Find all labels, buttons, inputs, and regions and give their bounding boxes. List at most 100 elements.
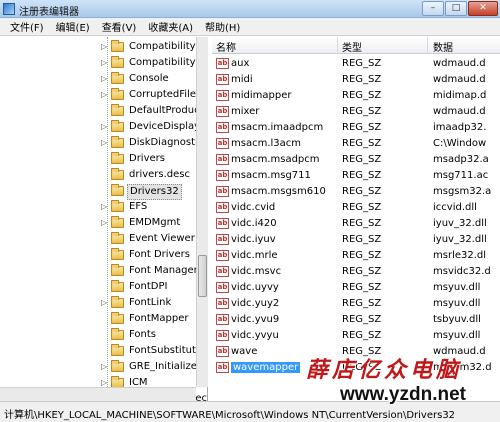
tree-item[interactable]: Event Viewer xyxy=(0,231,196,247)
folder-icon xyxy=(111,120,124,132)
tree-vertical-scrollbar[interactable] xyxy=(196,37,208,387)
tree-item[interactable]: ▷ Compatibility32 xyxy=(0,55,207,71)
tree-horizontal-scrollbar[interactable] xyxy=(0,387,196,401)
expand-arrow-icon[interactable] xyxy=(101,107,110,116)
list-row[interactable]: ab aux REG_SZ wdmaud.d xyxy=(212,56,500,72)
expand-arrow-icon[interactable]: ▷ xyxy=(101,203,110,212)
value-name: msacm.msgsm610 xyxy=(231,186,326,197)
tree-item[interactable]: ▷ GRE_Initialize xyxy=(0,359,197,375)
expand-arrow-icon[interactable] xyxy=(101,155,110,164)
folder-icon xyxy=(111,216,124,228)
tree-item[interactable]: ▷ EFS xyxy=(0,199,196,215)
value-data: msyuv.dll xyxy=(433,282,481,293)
expand-arrow-icon[interactable]: ▷ xyxy=(101,139,110,148)
tree-item[interactable]: ▷ EMDMgmt xyxy=(0,215,196,231)
expand-arrow-icon[interactable] xyxy=(101,267,110,276)
tree-item-label: Event Viewer xyxy=(129,233,195,244)
close-button[interactable]: ✕ xyxy=(468,1,498,16)
expand-arrow-icon[interactable]: ▷ xyxy=(101,123,110,132)
menu-help[interactable]: 帮助(H) xyxy=(199,19,246,34)
expand-arrow-icon[interactable] xyxy=(101,187,110,196)
list-row[interactable]: ab vidc.yvu9 REG_SZ tsbyuv.dll xyxy=(212,312,500,328)
column-separator[interactable] xyxy=(337,37,338,54)
maximize-button[interactable]: □ xyxy=(445,1,467,16)
list-row[interactable]: ab msacm.msg711 REG_SZ msg711.ac xyxy=(212,168,500,184)
tree-scroll-thumb[interactable] xyxy=(198,255,207,297)
tree-item[interactable]: ▷ DiskDiagnostic xyxy=(0,135,203,151)
column-header-data[interactable]: 数据 xyxy=(433,39,453,54)
expand-arrow-icon[interactable]: ▷ xyxy=(101,43,110,52)
list-row[interactable]: ab vidc.msvc REG_SZ msvidc32.d xyxy=(212,264,500,280)
expand-arrow-icon[interactable]: ▷ xyxy=(101,299,110,308)
expand-arrow-icon[interactable]: ▷ xyxy=(101,91,110,100)
expand-arrow-icon[interactable]: ▷ xyxy=(101,59,110,68)
value-data: midimap.d xyxy=(433,90,487,101)
list-row[interactable]: ab vidc.yuy2 REG_SZ msyuv.dll xyxy=(212,296,500,312)
string-value-icon: ab xyxy=(216,58,229,69)
column-header-type[interactable]: 类型 xyxy=(342,39,362,54)
tree-item[interactable]: Drivers xyxy=(0,151,196,167)
value-name: msacm.msg711 xyxy=(231,170,311,181)
tree-item-label: Fonts xyxy=(129,329,156,340)
string-value-icon: ab xyxy=(216,106,229,117)
list-row[interactable]: ab vidc.cvid REG_SZ iccvid.dll xyxy=(212,200,500,216)
expand-arrow-icon[interactable] xyxy=(101,171,110,180)
menu-file[interactable]: 文件(F) xyxy=(4,19,50,34)
list-row[interactable]: ab msacm.l3acm REG_SZ C:\Window xyxy=(212,136,500,152)
expand-arrow-icon[interactable]: ▷ xyxy=(101,363,110,372)
list-row[interactable]: ab midi REG_SZ wdmaud.d xyxy=(212,72,500,88)
list-row[interactable]: ab vidc.i420 REG_SZ iyuv_32.dll xyxy=(212,216,500,232)
tree-item[interactable]: ▷ Console xyxy=(0,71,196,87)
value-name: midi xyxy=(231,74,253,85)
expand-arrow-icon[interactable] xyxy=(101,347,110,356)
tree-item[interactable]: FontDPI xyxy=(0,279,196,295)
tree-item[interactable]: Font Drivers xyxy=(0,247,196,263)
tree-item[interactable]: FontMapper xyxy=(0,311,196,327)
expand-arrow-icon[interactable]: ▷ xyxy=(101,75,110,84)
tree-item[interactable]: Drivers32 xyxy=(0,183,196,200)
list-row[interactable]: ab mixer REG_SZ wdmaud.d xyxy=(212,104,500,120)
folder-icon xyxy=(111,152,124,164)
tree-item[interactable]: ▷ FontLink xyxy=(0,295,196,311)
list-row[interactable]: ab vidc.yvyu REG_SZ msyuv.dll xyxy=(212,328,500,344)
expand-arrow-icon[interactable] xyxy=(101,331,110,340)
list-row[interactable]: ab msacm.msgsm610 REG_SZ msgsm32.a xyxy=(212,184,500,200)
tree-item[interactable]: ▷ CorruptedFileR xyxy=(0,87,203,103)
list-row[interactable]: ab msacm.imaadpcm REG_SZ imaadp32. xyxy=(212,120,500,136)
tree-item-label: drivers.desc xyxy=(129,169,191,180)
string-value-icon: ab xyxy=(216,202,229,213)
tree-item[interactable]: FontSubstitutes xyxy=(0,343,207,359)
value-data: iyuv_32.dll xyxy=(433,234,487,245)
list-row[interactable]: ab msacm.msadpcm REG_SZ msadp32.a xyxy=(212,152,500,168)
expand-arrow-icon[interactable]: ▷ xyxy=(101,219,110,228)
list-row[interactable]: ab vidc.uyvy REG_SZ msyuv.dll xyxy=(212,280,500,296)
expand-arrow-icon[interactable] xyxy=(101,251,110,260)
menu-favorites[interactable]: 收藏夹(A) xyxy=(142,19,199,34)
value-name: msacm.imaadpcm xyxy=(231,122,324,133)
column-header-name[interactable]: 名称 xyxy=(216,39,236,54)
tree-item[interactable]: DefaultProduct xyxy=(0,103,204,119)
column-separator[interactable] xyxy=(427,37,428,54)
tree-item[interactable]: drivers.desc xyxy=(0,167,196,183)
tree-item-label: Console xyxy=(129,73,169,84)
list-row[interactable]: ab midimapper REG_SZ midimap.d xyxy=(212,88,500,104)
string-value-icon: ab xyxy=(216,186,229,197)
tree-item[interactable]: ▷ DeviceDisplayC xyxy=(0,119,207,135)
value-name: vidc.uyvy xyxy=(231,282,279,293)
tree-item[interactable]: Fonts xyxy=(0,327,196,343)
list-row[interactable]: ab vidc.mrle REG_SZ msrle32.dl xyxy=(212,248,500,264)
tree-item[interactable]: ▷ Compatibility xyxy=(0,39,196,55)
tree-item-label: CorruptedFileR xyxy=(129,89,203,100)
menu-view[interactable]: 查看(V) xyxy=(96,19,143,34)
expand-arrow-icon[interactable] xyxy=(101,315,110,324)
tree-item-label: Drivers xyxy=(129,153,165,164)
minimize-button[interactable]: – xyxy=(422,1,444,16)
menu-edit[interactable]: 编辑(E) xyxy=(50,19,96,34)
list-row[interactable]: ab vidc.iyuv REG_SZ iyuv_32.dll xyxy=(212,232,500,248)
expand-arrow-icon[interactable] xyxy=(101,235,110,244)
value-type: REG_SZ xyxy=(342,266,382,277)
string-value-icon: ab xyxy=(216,346,229,357)
tree-item[interactable]: Font Managem xyxy=(0,263,203,279)
expand-arrow-icon[interactable] xyxy=(101,283,110,292)
tree-item-label: Font Drivers xyxy=(129,249,190,260)
